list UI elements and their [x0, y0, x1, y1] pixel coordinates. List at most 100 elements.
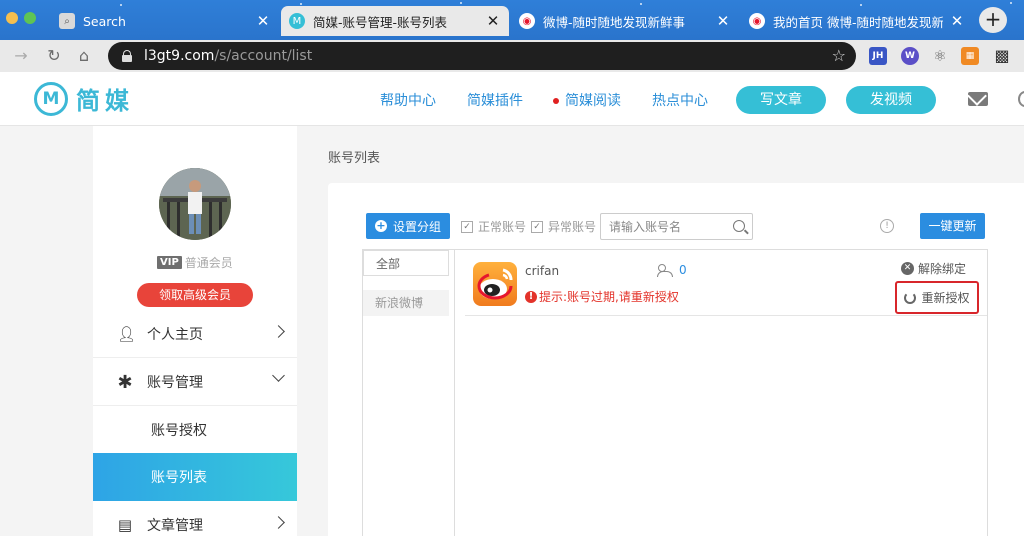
member-level-text: 普通会员 — [184, 256, 233, 270]
account-name: crifan — [525, 264, 560, 278]
search-icon[interactable] — [733, 220, 745, 232]
chevron-right-icon — [272, 516, 285, 529]
info-icon[interactable]: ! — [880, 219, 894, 233]
nav-plugin[interactable]: 简媒插件 — [467, 90, 523, 110]
account-list: 全部 新浪微博 crifan 0 ! 提示:账号过期,请重新授权 ✕ 解除绑定 … — [362, 249, 988, 536]
site-header: M 简媒 帮助中心 简媒插件 简媒阅读 热点中心 写文章 发视频 — [0, 72, 1024, 126]
avatar-photo — [159, 168, 231, 240]
vip-badge: VIP — [157, 256, 182, 269]
refresh-all-button[interactable]: 一键更新 — [920, 213, 985, 239]
tab-title: 我的首页 微博-随时随地发现新鲜事 — [773, 14, 943, 30]
sidebar: VIP 普通会员 领取高级会员 👤︎ 个人主页 ✱ 账号管理 账号授权 账号列表… — [93, 126, 297, 536]
user-menu-icon[interactable] — [1018, 91, 1024, 107]
people-icon — [657, 264, 673, 277]
weibo-logo-icon — [473, 262, 517, 306]
nav-reading-label: 简媒阅读 — [565, 93, 621, 109]
write-article-button[interactable]: 写文章 — [736, 86, 826, 114]
qr-code-icon[interactable]: ▩ — [993, 47, 1011, 65]
new-tab-button[interactable]: + — [979, 7, 1007, 33]
url-host: l3gt9.com — [144, 48, 215, 64]
extension-jh-icon[interactable]: JH — [869, 47, 887, 65]
nav-help-center[interactable]: 帮助中心 — [380, 90, 436, 110]
browser-toolbar: → ↻ ⌂ l3gt9.com/s/account/list ☆ JH W ⚛ … — [0, 40, 1024, 72]
category-list: 全部 新浪微博 — [363, 250, 455, 536]
close-icon[interactable]: ✕ — [949, 12, 965, 30]
jianmei-favicon-icon: M — [289, 13, 305, 29]
snow-decoration — [300, 3, 302, 5]
filter-abnormal-label: 异常账号 — [548, 220, 597, 234]
filter-abnormal-checkbox[interactable]: ✓ 异常账号 — [531, 218, 596, 235]
page-title: 账号列表 — [328, 151, 381, 166]
category-all[interactable]: 全部 — [363, 250, 449, 276]
lock-icon — [122, 50, 132, 62]
filter-normal-label: 正常账号 — [478, 220, 527, 234]
tab-weibo[interactable]: ◉ 微博-随时随地发现新鲜事 ✕ — [511, 6, 739, 36]
asterisk-icon: ✱ — [117, 371, 133, 393]
member-level: VIP 普通会员 — [157, 254, 233, 271]
react-devtools-icon[interactable]: ⚛ — [931, 47, 949, 65]
home-icon[interactable]: ⌂ — [73, 45, 95, 67]
address-bar[interactable]: l3gt9.com/s/account/list ☆ — [108, 42, 856, 70]
sidebar-item-label: 文章管理 — [147, 518, 203, 534]
url-path: /s/account/list — [214, 48, 313, 64]
account-list-panel: + 设置分组 ✓ 正常账号 ✓ 异常账号 ! 一键更新 全部 新浪微博 — [328, 183, 1024, 536]
nav-reading[interactable]: 简媒阅读 — [553, 90, 621, 110]
plus-icon: + — [374, 219, 387, 232]
fans-count: 0 — [657, 263, 687, 277]
close-icon[interactable]: ✕ — [715, 12, 731, 30]
window-zoom-button[interactable] — [24, 12, 36, 24]
weibo-favicon-icon: ◉ — [519, 13, 535, 29]
sidebar-item-account-management[interactable]: ✱ 账号管理 — [93, 358, 297, 406]
close-icon[interactable]: ✕ — [255, 12, 271, 30]
window-minimize-button[interactable] — [6, 12, 18, 24]
bookmark-star-icon[interactable]: ☆ — [832, 46, 846, 65]
set-group-label: 设置分组 — [392, 219, 441, 234]
close-circle-icon: ✕ — [901, 262, 914, 275]
post-video-button[interactable]: 发视频 — [846, 86, 936, 114]
user-icon: 👤︎ — [117, 325, 137, 343]
avatar[interactable] — [159, 168, 231, 240]
warning-text: 提示:账号过期,请重新授权 — [539, 290, 679, 304]
refresh-icon — [904, 291, 917, 304]
extension-w-icon[interactable]: W — [901, 47, 919, 65]
puzzle-extension-icon[interactable]: ▦ — [961, 47, 979, 65]
back-arrow-icon[interactable]: → — [10, 45, 32, 67]
weibo-favicon-icon: ◉ — [749, 13, 765, 29]
fans-count-value: 0 — [679, 263, 687, 277]
sidebar-item-account-authorize[interactable]: 账号授权 — [93, 406, 297, 454]
mail-icon[interactable] — [968, 92, 988, 106]
reload-icon[interactable]: ↻ — [43, 45, 65, 67]
reauthorize-label: 重新授权 — [921, 291, 970, 305]
document-icon: ▤ — [117, 516, 133, 534]
account-row: crifan 0 ! 提示:账号过期,请重新授权 ✕ 解除绑定 重新授权 — [465, 250, 987, 316]
tab-weibo-home[interactable]: ◉ 我的首页 微博-随时随地发现新鲜事 ✕ — [741, 6, 973, 36]
checkbox-icon: ✓ — [531, 220, 543, 233]
snow-decoration — [640, 3, 642, 5]
expired-warning: ! 提示:账号过期,请重新授权 — [525, 288, 679, 305]
set-group-button[interactable]: + 设置分组 — [366, 213, 450, 239]
logo-mark-icon: M — [34, 81, 68, 116]
tab-search[interactable]: ⌕ Search ✕ — [51, 6, 279, 36]
new-dot-icon — [553, 98, 559, 104]
tab-account-list[interactable]: M 简媒-账号管理-账号列表 ✕ — [281, 6, 509, 36]
reauthorize-button[interactable]: 重新授权 — [895, 281, 979, 314]
site-logo[interactable]: M 简媒 — [34, 81, 134, 116]
sidebar-item-profile[interactable]: 👤︎ 个人主页 — [93, 310, 297, 358]
sidebar-item-label: 账号列表 — [151, 470, 207, 486]
checkbox-icon: ✓ — [461, 220, 473, 233]
tab-title: Search — [83, 13, 126, 29]
upgrade-member-button[interactable]: 领取高级会员 — [137, 283, 253, 307]
snow-decoration — [460, 2, 462, 4]
search-input[interactable] — [601, 214, 719, 239]
sidebar-item-article-management[interactable]: ▤ 文章管理 — [93, 501, 297, 536]
chevron-down-icon — [272, 369, 285, 382]
nav-hot-center[interactable]: 热点中心 — [652, 90, 708, 110]
sidebar-item-account-list[interactable]: 账号列表 — [93, 453, 297, 501]
category-sina-weibo[interactable]: 新浪微博 — [363, 290, 449, 316]
tab-title: 简媒-账号管理-账号列表 — [313, 14, 448, 30]
close-icon[interactable]: ✕ — [485, 12, 501, 30]
chevron-right-icon — [272, 325, 285, 338]
browser-tab-bar: ⌕ Search ✕ M 简媒-账号管理-账号列表 ✕ ◉ 微博-随时随地发现新… — [0, 0, 1024, 40]
filter-normal-checkbox[interactable]: ✓ 正常账号 — [461, 218, 526, 235]
unbind-button[interactable]: ✕ 解除绑定 — [901, 260, 966, 277]
